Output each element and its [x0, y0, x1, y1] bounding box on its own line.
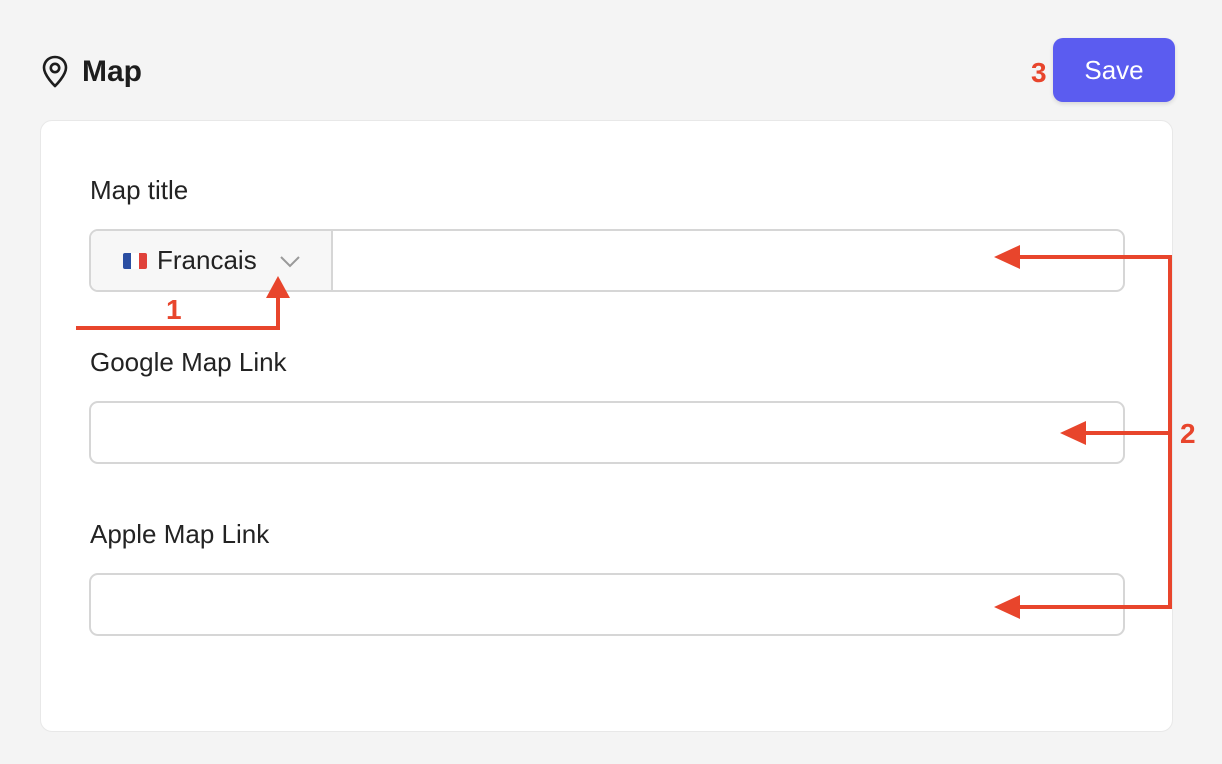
map-title-field-group: Francais [89, 229, 1125, 292]
section-header: Map [40, 50, 142, 94]
apple-map-link-field [89, 573, 1125, 636]
annotation-marker-2: 2 [1180, 418, 1196, 449]
google-map-link-input[interactable] [91, 403, 1123, 462]
france-flag-icon [123, 252, 147, 269]
language-select-value: Francais [157, 245, 257, 275]
apple-map-link-input[interactable] [91, 575, 1123, 634]
map-settings-page: Map Save Map title Francais Google Map L… [0, 0, 1222, 764]
chevron-down-icon [279, 254, 301, 268]
save-button[interactable]: Save [1053, 38, 1175, 102]
page-title: Map [82, 55, 142, 88]
google-map-link-field [89, 401, 1125, 464]
map-title-input[interactable] [333, 231, 1123, 290]
google-map-link-label: Google Map Link [90, 347, 287, 377]
map-title-label: Map title [90, 175, 189, 205]
language-select[interactable]: Francais [91, 231, 333, 290]
annotation-marker-1: 1 [166, 294, 182, 325]
annotation-marker-3: 3 [1031, 57, 1047, 88]
map-pin-icon [40, 55, 70, 89]
apple-map-link-label: Apple Map Link [90, 519, 270, 549]
